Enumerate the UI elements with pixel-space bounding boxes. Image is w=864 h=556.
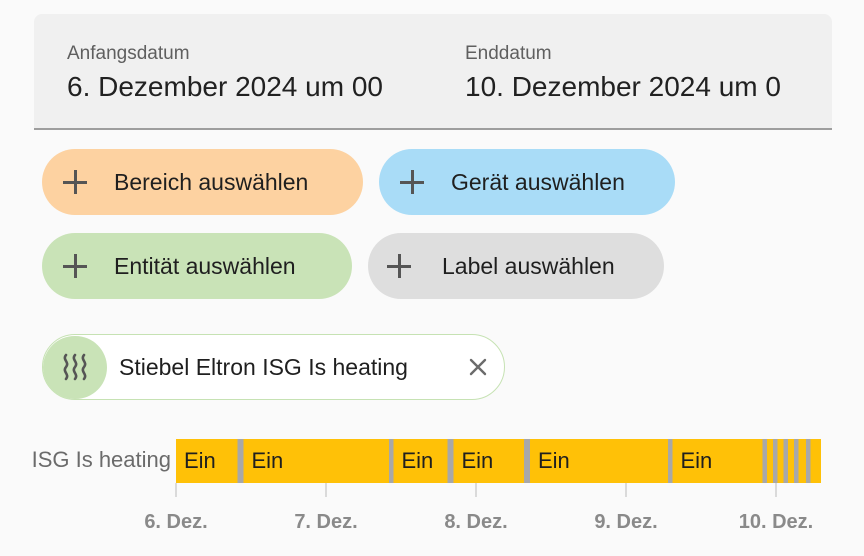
timeline-segment-off[interactable]: [783, 439, 789, 483]
x-tick-label: 9. Dez.: [594, 511, 657, 533]
timeline-segment-on[interactable]: [788, 439, 794, 483]
timeline-segment-off[interactable]: [447, 439, 454, 483]
timeline-segment-label: Ein: [462, 448, 494, 473]
timeline-segment-off[interactable]: [668, 439, 673, 483]
timeline-segment-on[interactable]: [767, 439, 773, 483]
timeline-segment-off[interactable]: [524, 439, 530, 483]
timeline-segment-label: Ein: [681, 448, 713, 473]
x-tick-label: 10. Dez.: [739, 511, 813, 533]
timeline-chart: Ein Ein Ein Ein Ein Ein 6. Dez. 7. Dez. 8. Dez. 9…: [144, 439, 822, 533]
timeline-segment-off[interactable]: [794, 439, 799, 483]
timeline-segment-off[interactable]: [806, 439, 811, 483]
timeline-segment-label: Ein: [184, 448, 216, 473]
timeline-segment-off[interactable]: [773, 439, 778, 483]
timeline-segment-on[interactable]: [810, 439, 822, 483]
timeline-segment-label: Ein: [252, 448, 284, 473]
timeline-segment-on[interactable]: [777, 439, 784, 483]
timeline-segment-off[interactable]: [762, 439, 768, 483]
x-tick-label: 7. Dez.: [294, 511, 357, 533]
x-tick-label: 8. Dez.: [444, 511, 507, 533]
timeline-segment-label: Ein: [402, 448, 434, 473]
x-tick-label: 6. Dez.: [144, 511, 207, 533]
timeline-segment-on[interactable]: [798, 439, 807, 483]
timeline-segment-off[interactable]: [389, 439, 394, 483]
timeline-segment-label: Ein: [538, 448, 570, 473]
timeline-segment-off[interactable]: [237, 439, 244, 483]
